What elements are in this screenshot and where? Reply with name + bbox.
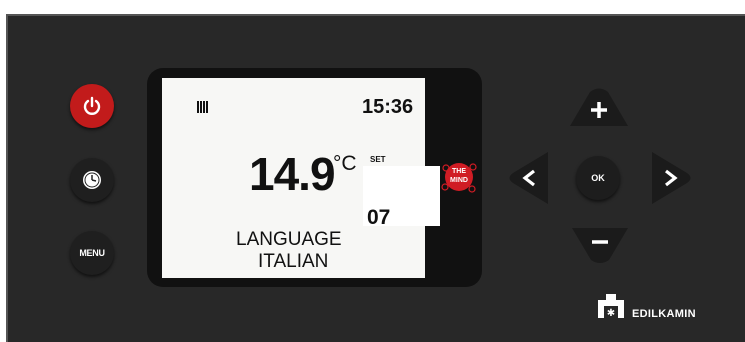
temperature-unit: °C bbox=[333, 152, 357, 175]
menu-button[interactable]: MENU bbox=[70, 231, 114, 275]
svg-text:✱: ✱ bbox=[607, 308, 615, 318]
power-icon bbox=[83, 96, 101, 115]
mind-logo-line1: THE bbox=[452, 168, 466, 175]
brand-name: EDILKAMIN bbox=[632, 308, 696, 320]
the-mind-logo: THE MIND bbox=[438, 158, 480, 196]
up-button[interactable] bbox=[570, 88, 628, 126]
menu-item-title: LANGUAGE bbox=[236, 229, 342, 250]
ok-button-label: OK bbox=[591, 173, 605, 183]
down-button[interactable] bbox=[572, 228, 628, 264]
set-label: SET bbox=[370, 155, 386, 164]
signal-bars-icon bbox=[197, 101, 208, 113]
menu-item-value: ITALIAN bbox=[258, 251, 329, 272]
right-button[interactable] bbox=[652, 152, 692, 204]
clock-icon bbox=[83, 171, 101, 189]
brand-mark-icon: ✱ bbox=[598, 294, 624, 318]
menu-button-label: MENU bbox=[79, 248, 105, 258]
left-button[interactable] bbox=[508, 152, 548, 204]
power-button[interactable] bbox=[70, 84, 114, 128]
set-value: 07 bbox=[367, 206, 391, 229]
mind-logo-line2: MIND bbox=[450, 177, 468, 184]
room-temperature: 14.9 bbox=[249, 148, 336, 200]
clock-button[interactable] bbox=[70, 158, 114, 202]
clock-time: 15:36 bbox=[362, 96, 414, 118]
ok-button[interactable]: OK bbox=[576, 156, 620, 200]
